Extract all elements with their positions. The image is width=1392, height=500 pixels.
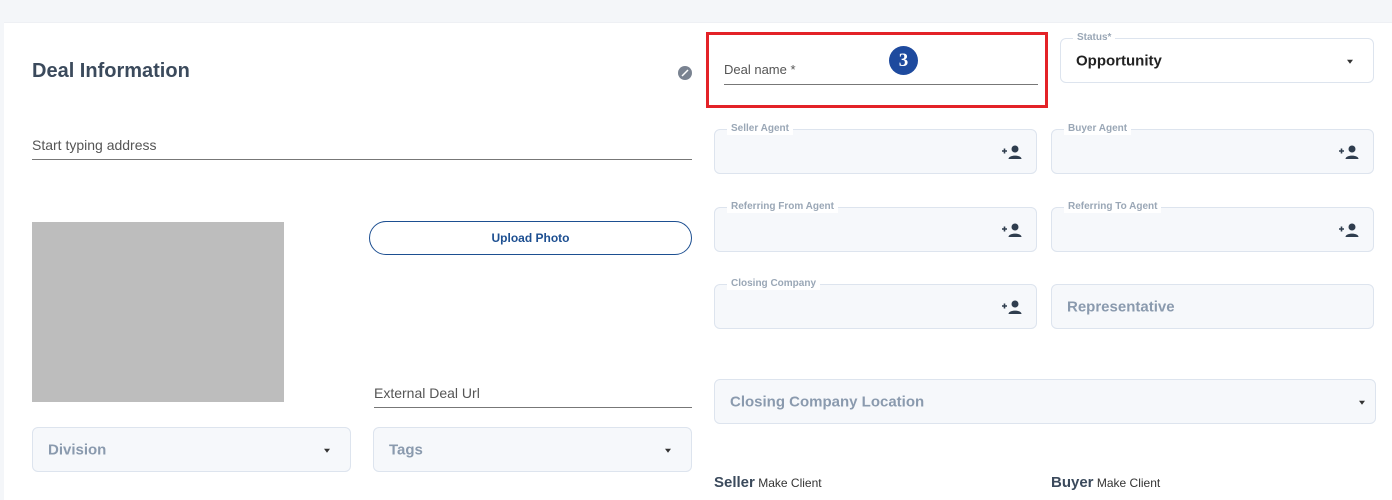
photo-placeholder <box>32 222 284 402</box>
status-label: Status* <box>1073 32 1116 44</box>
upload-photo-button[interactable]: Upload Photo <box>369 221 692 255</box>
chevron-down-icon <box>1347 59 1353 64</box>
address-input[interactable] <box>32 130 692 160</box>
seller-agent-field[interactable]: Seller Agent <box>714 123 1037 174</box>
closing-location-placeholder: Closing Company Location <box>730 393 925 410</box>
closing-company-location-select[interactable]: Closing Company Location <box>714 379 1376 424</box>
buyer-agent-label: Buyer Agent <box>1064 123 1132 135</box>
buyer-agent-field[interactable]: Buyer Agent <box>1051 123 1374 174</box>
seller-section-heading: Seller Make Client <box>714 474 822 491</box>
external-deal-url-input[interactable] <box>374 378 692 408</box>
annotation-badge: 3 <box>889 46 918 75</box>
referring-to-agent-label: Referring To Agent <box>1064 201 1162 213</box>
buyer-title: Buyer <box>1051 474 1094 491</box>
referring-from-agent-field[interactable]: Referring From Agent <box>714 201 1037 252</box>
representative-field[interactable]: Representative <box>1051 284 1374 329</box>
status-value: Opportunity <box>1076 52 1162 69</box>
tags-placeholder: Tags <box>389 441 423 458</box>
tags-select[interactable]: Tags <box>373 427 692 472</box>
closing-company-label: Closing Company <box>727 278 821 290</box>
seller-title: Seller <box>714 474 755 491</box>
chevron-down-icon <box>665 448 671 453</box>
annotation-highlight-box <box>706 32 1048 108</box>
status-select[interactable]: Status* Opportunity <box>1060 32 1374 83</box>
add-person-icon[interactable] <box>1338 222 1360 238</box>
info-icon[interactable] <box>678 66 692 80</box>
page-title: Deal Information <box>32 60 190 82</box>
division-select[interactable]: Division <box>32 427 351 472</box>
upload-photo-label: Upload Photo <box>491 231 570 245</box>
chevron-down-icon <box>1359 400 1365 405</box>
buyer-make-client-link[interactable]: Make Client <box>1097 476 1160 490</box>
seller-make-client-link[interactable]: Make Client <box>758 476 821 490</box>
referring-to-agent-field[interactable]: Referring To Agent <box>1051 201 1374 252</box>
add-person-icon[interactable] <box>1001 144 1023 160</box>
closing-company-field[interactable]: Closing Company <box>714 278 1037 329</box>
seller-agent-label: Seller Agent <box>727 123 793 135</box>
buyer-section-heading: Buyer Make Client <box>1051 474 1160 491</box>
chevron-down-icon <box>324 448 330 453</box>
add-person-icon[interactable] <box>1001 222 1023 238</box>
referring-from-agent-label: Referring From Agent <box>727 201 838 213</box>
division-placeholder: Division <box>48 441 107 458</box>
add-person-icon[interactable] <box>1001 299 1023 315</box>
representative-placeholder: Representative <box>1067 298 1175 315</box>
add-person-icon[interactable] <box>1338 144 1360 160</box>
